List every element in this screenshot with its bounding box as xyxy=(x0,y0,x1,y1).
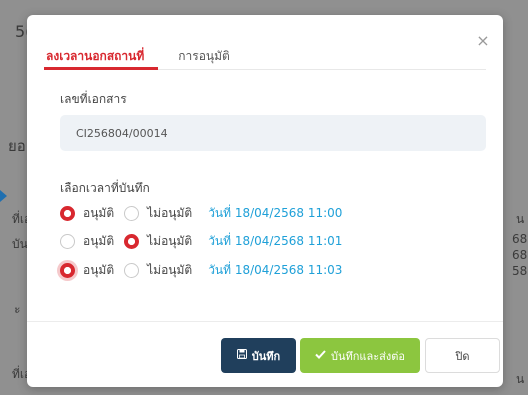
approve-radio[interactable] xyxy=(60,262,75,278)
doc-number-field[interactable]: CI256804/00014 xyxy=(60,115,486,151)
time-link[interactable]: วันที่ 18/04/2568 11:03 xyxy=(208,261,342,280)
tab-offsite-checkin[interactable]: ลงเวลานอกสถานที่ xyxy=(44,39,159,70)
reject-label[interactable]: ไม่อนุมัติ xyxy=(147,204,192,223)
time-row: อนุมัติ ไม่อนุมัติ วันที่ 18/04/2568 11:… xyxy=(60,260,342,280)
background-text: น xyxy=(516,212,525,226)
reject-radio[interactable] xyxy=(124,233,140,249)
background-text: ะ xyxy=(14,302,21,316)
time-link[interactable]: วันที่ 18/04/2568 11:01 xyxy=(208,232,342,251)
reject-radio[interactable] xyxy=(124,205,140,221)
select-time-label: เลือกเวลาที่บันทึก xyxy=(60,181,150,195)
save-button-label: บันทึก xyxy=(251,349,281,363)
modal-tabs: ลงเวลานอกสถานที่ การอนุมัติ xyxy=(44,39,486,70)
time-link[interactable]: วันที่ 18/04/2568 11:00 xyxy=(208,204,342,223)
approve-label[interactable]: อนุมัติ xyxy=(83,204,114,223)
approve-label[interactable]: อนุมัติ xyxy=(83,232,114,251)
approve-radio[interactable] xyxy=(60,205,75,221)
save-and-forward-button[interactable]: บันทึกและส่งต่อ xyxy=(300,338,420,373)
caret-right-icon xyxy=(0,190,7,202)
footer-divider xyxy=(27,321,503,322)
reject-label[interactable]: ไม่อนุมัติ xyxy=(147,232,192,251)
background-text: น xyxy=(516,372,525,386)
time-row: อนุมัติ ไม่อนุมัติ วันที่ 18/04/2568 11:… xyxy=(60,203,342,223)
background-text: 68 xyxy=(512,248,528,262)
save-button[interactable]: บันทึก xyxy=(221,338,296,373)
reject-radio[interactable] xyxy=(124,262,140,278)
background-text: บัน xyxy=(12,237,28,251)
doc-number-label: เลขที่เอกสาร xyxy=(60,92,127,106)
tab-approval[interactable]: การอนุมัติ xyxy=(178,39,230,70)
approval-modal: × ลงเวลานอกสถานที่ การอนุมัติ เลขที่เอกส… xyxy=(27,15,503,387)
approve-radio[interactable] xyxy=(60,233,75,249)
approve-label[interactable]: อนุมัติ xyxy=(83,261,114,280)
background-text: 58 xyxy=(512,264,528,278)
floppy-disk-icon xyxy=(236,349,247,362)
checkmark-icon xyxy=(315,349,326,362)
background-text: 68 xyxy=(512,232,528,246)
reject-label[interactable]: ไม่อนุมัติ xyxy=(147,261,192,280)
time-row: อนุมัติ ไม่อนุมัติ วันที่ 18/04/2568 11:… xyxy=(60,231,342,251)
background-text: ยอ xyxy=(8,137,26,155)
close-button[interactable]: ปิด xyxy=(425,338,500,373)
save-and-forward-label: บันทึกและส่งต่อ xyxy=(331,349,405,363)
